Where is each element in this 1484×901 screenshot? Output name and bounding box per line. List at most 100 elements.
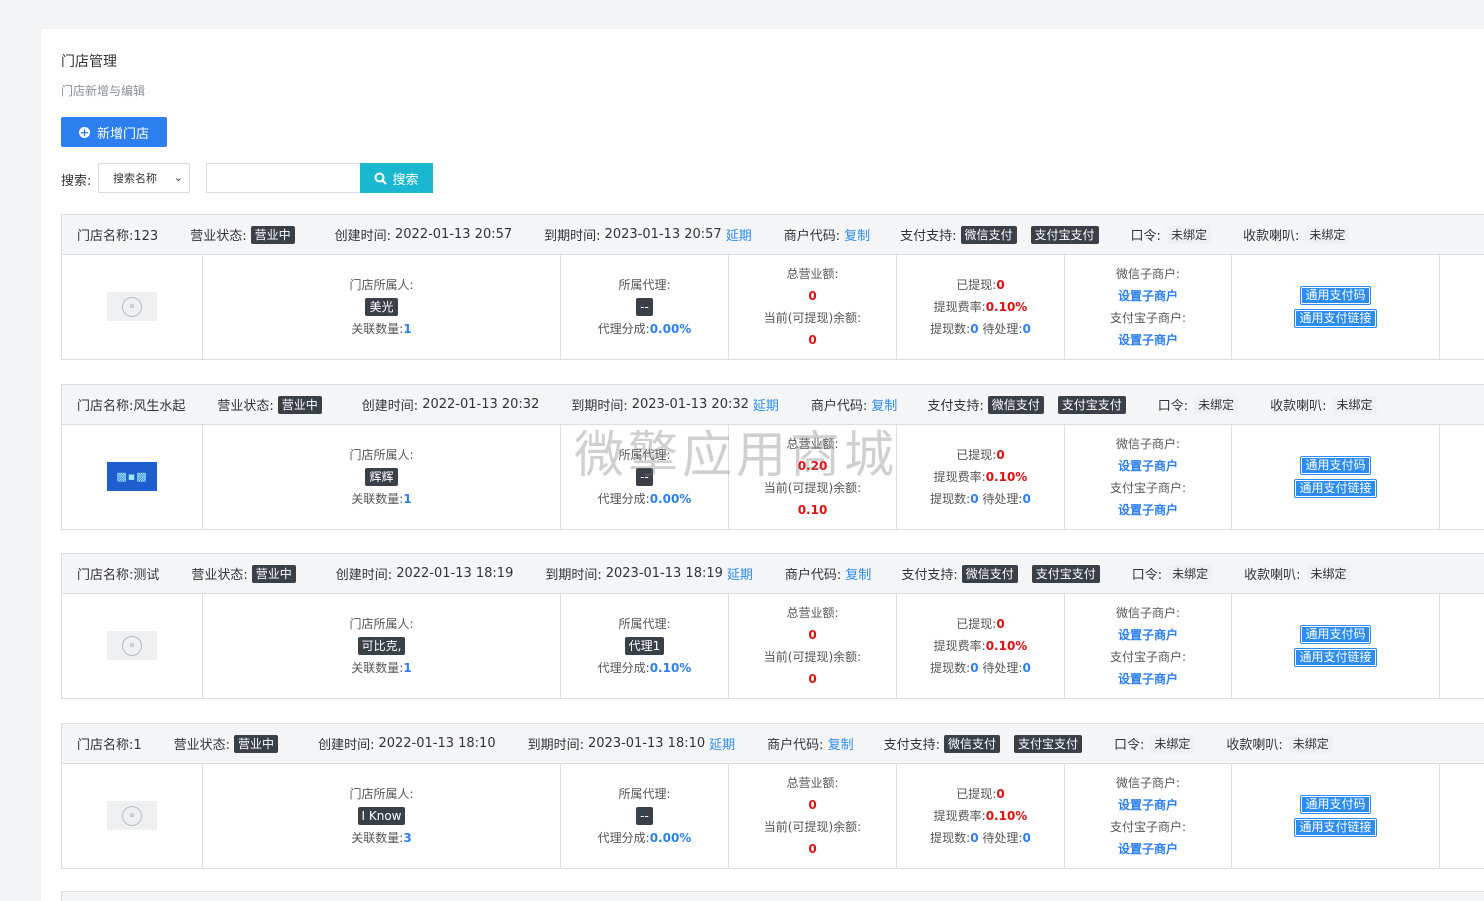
agent-share-label: 代理分成: (597, 321, 650, 336)
ali-sub-label: 支付宝子商户: (1109, 819, 1187, 834)
placeholder-logo-icon: ⊘ (122, 805, 142, 826)
password-value: 未绑定 (1194, 395, 1239, 414)
created-label: 创建时间: (334, 229, 391, 244)
pending-label: 待处理: (982, 491, 1023, 506)
pay-link-button[interactable]: 通用支付链接 (1294, 308, 1377, 328)
store-card-body: ▩▪▩ 门店所属人: 辉辉 关联数量:1 所属代理: -- 代理分成:0.00%… (62, 424, 1484, 529)
sub-merchant-cell: 微信子商户: 设置子商户 支付宝子商户: 设置子商户 (1065, 254, 1232, 359)
copy-link[interactable]: 复制 (845, 564, 871, 583)
wx-set-sub-link[interactable]: 设置子商户 (1118, 624, 1178, 646)
copy-link[interactable]: 复制 (828, 734, 854, 753)
status-label: 营业状态: (173, 738, 231, 753)
created-time: 2022-01-13 20:57 (395, 227, 513, 242)
wechat-pay-badge: 微信支付 (961, 564, 1018, 583)
related-count: 1 (403, 491, 412, 506)
balance-label: 当前(可提现)余额: (763, 649, 862, 664)
password-value: 未绑定 (1168, 564, 1213, 583)
wx-set-sub-link[interactable]: 设置子商户 (1118, 455, 1178, 477)
search-type-value: 搜索名称 (113, 172, 157, 185)
store-card-header: 门店名称:1 营业状态: 营业中 创建时间: 2022-01-13 18:10 … (62, 724, 1484, 764)
ali-set-sub-link[interactable]: 设置子商户 (1118, 329, 1178, 351)
balance-value: 0 (808, 332, 817, 347)
wx-sub-label: 微信子商户: (1115, 775, 1181, 790)
withdraw-count-value: 0 (970, 491, 979, 506)
store-card-body: ⊘ 门店所属人: I Know 关联数量:3 所属代理: -- 代理分成:0.0… (62, 763, 1484, 868)
agent-share-label: 代理分成: (597, 491, 650, 506)
store-name: 门店名称:风生水起 (77, 399, 186, 414)
agent-share-value: 0.00% (649, 491, 692, 506)
pending-value: 0 (1022, 491, 1031, 506)
pay-support-label: 支付支持: (900, 229, 957, 244)
password-value: 未绑定 (1150, 734, 1195, 753)
store-card-header: 门店名称:123 营业状态: 营业中 创建时间: 2022-01-13 20:5… (62, 215, 1484, 255)
wx-set-sub-link[interactable]: 设置子商户 (1118, 794, 1178, 816)
search-input[interactable] (206, 163, 361, 193)
owner-badge: I Know (357, 806, 406, 825)
pay-code-button[interactable]: 通用支付码 (1300, 794, 1371, 814)
store-card: 门店名称:1 营业状态: 营业中 创建时间: 2022-01-13 18:10 … (61, 723, 1484, 869)
pending-value: 0 (1022, 321, 1031, 336)
extra-cell (1440, 424, 1484, 529)
copy-link[interactable]: 复制 (844, 225, 870, 244)
expire-time: 2023-01-13 18:19 (605, 566, 723, 581)
store-card: 门店名称:测试 营业状态: 营业中 创建时间: 2022-01-13 18:19… (61, 553, 1484, 699)
extend-link[interactable]: 延期 (726, 225, 752, 244)
alipay-badge: 支付宝支付 (1057, 395, 1126, 414)
ali-set-sub-link[interactable]: 设置子商户 (1118, 499, 1178, 521)
pending-value: 0 (1022, 660, 1031, 675)
copy-link[interactable]: 复制 (871, 395, 897, 414)
balance-value: 0.10 (797, 502, 828, 517)
withdraw-count-label: 提现数: (930, 321, 971, 336)
created-time: 2022-01-13 18:19 (396, 566, 514, 581)
related-label: 关联数量: (351, 830, 404, 845)
withdrawn-label: 已提现: (956, 786, 997, 801)
agent-label: 所属代理: (618, 786, 671, 801)
store-logo-image: ▩▪▩ (107, 462, 157, 491)
chevron-down-icon: ⌄ (173, 171, 183, 184)
speaker-label: 收款喇叭: (1270, 399, 1327, 414)
pay-buttons-cell: 通用支付码 通用支付链接 (1232, 424, 1440, 529)
ali-set-sub-link[interactable]: 设置子商户 (1118, 668, 1178, 690)
withdraw-cell: 已提现:0 提现费率:0.10% 提现数:0 待处理:0 (897, 593, 1065, 698)
store-logo-cell: ⊘ (62, 254, 203, 359)
status-badge: 营业中 (250, 225, 295, 244)
extend-link[interactable]: 延期 (709, 734, 735, 753)
withdraw-count-label: 提现数: (930, 491, 971, 506)
expire-time: 2023-01-13 20:57 (604, 227, 722, 242)
wechat-pay-badge: 微信支付 (960, 225, 1017, 244)
search-type-select[interactable]: 搜索名称 ⌄ (98, 163, 190, 193)
owner-label: 门店所属人: (349, 447, 414, 462)
extend-link[interactable]: 延期 (727, 564, 753, 583)
store-card-header: 门店名称:风生水起 营业状态: 营业中 创建时间: 2022-01-13 20:… (62, 385, 1484, 425)
speaker-label: 收款喇叭: (1226, 738, 1283, 753)
wx-sub-label: 微信子商户: (1115, 436, 1181, 451)
page-subtitle: 门店新增与编辑 (61, 84, 146, 98)
pay-link-button[interactable]: 通用支付链接 (1294, 817, 1377, 837)
created-label: 创建时间: (318, 738, 375, 753)
fee-rate-label: 提现费率: (933, 808, 986, 823)
pay-code-button[interactable]: 通用支付码 (1300, 285, 1371, 305)
extend-link[interactable]: 延期 (753, 395, 779, 414)
sub-merchant-cell: 微信子商户: 设置子商户 支付宝子商户: 设置子商户 (1065, 763, 1232, 868)
password-value: 未绑定 (1166, 225, 1211, 244)
store-logo-image: ⊘ (107, 631, 157, 660)
wx-set-sub-link[interactable]: 设置子商户 (1118, 285, 1178, 307)
withdrawn-label: 已提现: (956, 277, 997, 292)
total-revenue-label: 总营业额: (786, 266, 839, 281)
pay-code-button[interactable]: 通用支付码 (1300, 455, 1371, 475)
search-button[interactable]: 搜索 (360, 163, 433, 193)
withdraw-count-value: 0 (970, 321, 979, 336)
pay-code-button[interactable]: 通用支付码 (1300, 624, 1371, 644)
pay-link-button[interactable]: 通用支付链接 (1294, 478, 1377, 498)
wechat-pay-badge: 微信支付 (943, 734, 1000, 753)
pay-link-button[interactable]: 通用支付链接 (1294, 647, 1377, 667)
pay-buttons-cell: 通用支付码 通用支付链接 (1232, 254, 1440, 359)
agent-label: 所属代理: (618, 277, 671, 292)
fee-rate-label: 提现费率: (933, 299, 986, 314)
add-store-button[interactable]: + 新增门店 (61, 117, 167, 147)
withdraw-count-label: 提现数: (930, 660, 971, 675)
pay-support-label: 支付支持: (927, 399, 984, 414)
ali-sub-label: 支付宝子商户: (1109, 480, 1187, 495)
status-label: 营业状态: (190, 229, 247, 244)
ali-set-sub-link[interactable]: 设置子商户 (1118, 838, 1178, 860)
